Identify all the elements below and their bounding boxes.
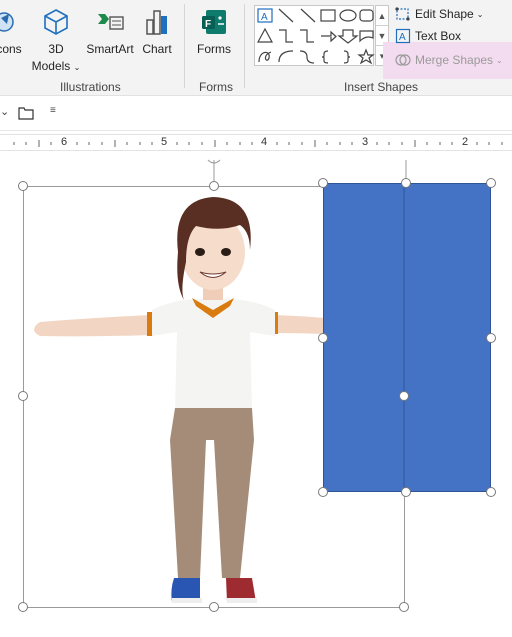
resize-handle[interactable] bbox=[401, 178, 411, 188]
resize-handle[interactable] bbox=[399, 391, 409, 401]
resize-handle[interactable] bbox=[318, 178, 328, 188]
resize-handle[interactable] bbox=[18, 391, 28, 401]
resize-handle[interactable] bbox=[486, 333, 496, 343]
resize-handle[interactable] bbox=[486, 487, 496, 497]
resize-handle[interactable] bbox=[486, 178, 496, 188]
shape-overlay-lines bbox=[403, 183, 405, 492]
resize-handle[interactable] bbox=[209, 181, 219, 191]
resize-handle[interactable] bbox=[18, 602, 28, 612]
resize-handle[interactable] bbox=[318, 333, 328, 343]
resize-handle[interactable] bbox=[209, 602, 219, 612]
resize-handle[interactable] bbox=[401, 487, 411, 497]
resize-handle[interactable] bbox=[318, 487, 328, 497]
resize-handle[interactable] bbox=[399, 602, 409, 612]
resize-handle[interactable] bbox=[18, 181, 28, 191]
